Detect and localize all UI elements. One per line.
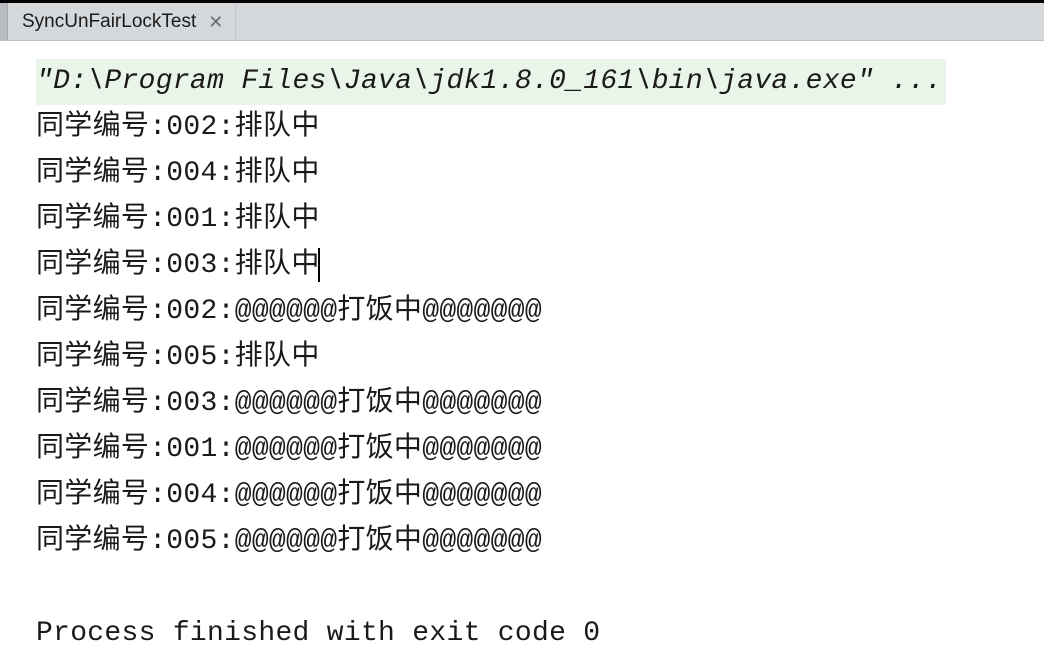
close-icon[interactable]: ✕ (208, 13, 223, 31)
tab-syncunfairlocktest[interactable]: SyncUnFairLockTest ✕ (8, 3, 236, 40)
output-text: 同学编号:001:排队中 (36, 197, 320, 243)
output-text: 同学编号:005:排队中 (36, 335, 320, 381)
output-line: 同学编号:005:排队中 (36, 335, 1044, 381)
exit-message: Process finished with exit code 0 (36, 611, 1044, 657)
command-text: "D:\Program Files\Java\jdk1.8.0_161\bin\… (36, 59, 946, 105)
console-output[interactable]: "D:\Program Files\Java\jdk1.8.0_161\bin\… (0, 41, 1044, 657)
output-text: 同学编号:002:@@@@@@打饭中@@@@@@@ (36, 289, 542, 335)
output-text: 同学编号:003:排队中 (36, 243, 320, 289)
output-text: 同学编号:005:@@@@@@打饭中@@@@@@@ (36, 519, 542, 565)
tab-bar: SyncUnFairLockTest ✕ (0, 3, 1044, 41)
output-line: 同学编号:001:排队中 (36, 197, 1044, 243)
output-line: 同学编号:003:@@@@@@打饭中@@@@@@@ (36, 381, 1044, 427)
output-line: 同学编号:005:@@@@@@打饭中@@@@@@@ (36, 519, 1044, 565)
output-text: 同学编号:003:@@@@@@打饭中@@@@@@@ (36, 381, 542, 427)
text-cursor (318, 248, 321, 282)
output-text: 同学编号:002:排队中 (36, 105, 320, 151)
output-lines: 同学编号:002:排队中同学编号:004:排队中同学编号:001:排队中同学编号… (36, 105, 1044, 565)
output-line: 同学编号:001:@@@@@@打饭中@@@@@@@ (36, 427, 1044, 473)
output-text: 同学编号:004:排队中 (36, 151, 320, 197)
output-line: 同学编号:004:排队中 (36, 151, 1044, 197)
tab-gutter (0, 3, 8, 40)
output-line: 同学编号:002:排队中 (36, 105, 1044, 151)
command-line: "D:\Program Files\Java\jdk1.8.0_161\bin\… (36, 59, 1044, 105)
output-line: 同学编号:003:排队中 (36, 243, 1044, 289)
output-line: 同学编号:002:@@@@@@打饭中@@@@@@@ (36, 289, 1044, 335)
tab-title: SyncUnFairLockTest (22, 11, 196, 33)
output-text: 同学编号:001:@@@@@@打饭中@@@@@@@ (36, 427, 542, 473)
output-line: 同学编号:004:@@@@@@打饭中@@@@@@@ (36, 473, 1044, 519)
output-text: 同学编号:004:@@@@@@打饭中@@@@@@@ (36, 473, 542, 519)
